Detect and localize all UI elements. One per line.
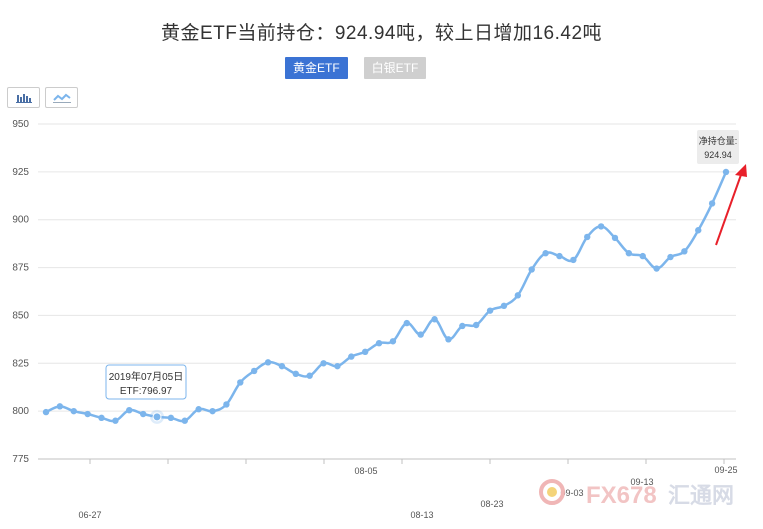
data-point[interactable] [417, 331, 424, 338]
data-point[interactable] [459, 322, 466, 330]
data-point[interactable] [556, 252, 563, 260]
y-tick-label: 775 [12, 454, 29, 465]
watermark-text-fx678: FX678 [586, 482, 657, 509]
last-value-caption: 净持仓量: [699, 135, 738, 146]
data-point[interactable] [42, 408, 50, 416]
data-point[interactable] [292, 370, 299, 378]
data-point[interactable] [403, 319, 411, 327]
data-point[interactable] [306, 372, 313, 379]
x-tick-label: 08-13 [410, 510, 433, 520]
grid-layer [38, 123, 736, 460]
data-point[interactable] [625, 250, 633, 257]
data-point[interactable] [695, 227, 702, 234]
axis-layer: 775 800 825 850 875 900 925 950 06-27 08-05 08-13 0… [12, 119, 737, 520]
data-point[interactable] [445, 336, 452, 343]
data-point[interactable] [473, 321, 480, 329]
x-tick-label: 09-25 [714, 465, 737, 475]
data-point[interactable] [348, 353, 355, 360]
data-point[interactable] [139, 410, 147, 418]
data-point[interactable] [667, 253, 674, 261]
data-point[interactable] [653, 265, 660, 272]
data-point[interactable] [584, 233, 591, 241]
data-point[interactable] [681, 248, 688, 255]
y-tick-label: 850 [12, 310, 29, 321]
data-point[interactable] [334, 362, 341, 370]
tooltip: 2019年07月05日 ETF:796.97 [105, 364, 187, 400]
tooltip-date: 2019年07月05日 [109, 370, 184, 383]
data-point[interactable] [514, 292, 522, 299]
data-point[interactable] [195, 406, 202, 413]
data-point[interactable] [639, 252, 646, 260]
data-point[interactable] [56, 403, 64, 410]
tooltip-value: ETF:796.97 [120, 386, 173, 397]
data-point[interactable] [375, 339, 383, 347]
x-tick-label: 08-05 [354, 466, 377, 476]
data-point[interactable] [70, 407, 77, 415]
data-point[interactable] [98, 414, 105, 422]
last-value-number: 924.94 [704, 150, 732, 160]
data-point[interactable] [389, 338, 397, 345]
data-point[interactable] [500, 302, 508, 310]
data-point[interactable] [708, 200, 716, 207]
y-tick-label: 800 [12, 406, 29, 417]
data-point[interactable] [209, 407, 216, 415]
data-point[interactable] [361, 348, 369, 355]
y-tick-label: 925 [12, 167, 29, 178]
data-point[interactable] [320, 360, 327, 367]
data-point[interactable] [486, 307, 494, 314]
x-tick-label: 08-23 [480, 499, 503, 509]
y-tick-label: 900 [12, 215, 29, 226]
data-point[interactable] [597, 223, 605, 230]
gold-etf-line-chart: 775 800 825 850 875 900 925 950 06-27 08-05 08-13 0… [12, 119, 747, 520]
data-point[interactable] [264, 359, 272, 366]
data-point[interactable] [528, 266, 535, 273]
data-point[interactable] [126, 406, 133, 414]
data-point[interactable] [112, 417, 119, 424]
data-point[interactable] [250, 367, 258, 375]
data-point[interactable] [431, 316, 438, 323]
data-point[interactable] [570, 256, 577, 264]
y-tick-label: 950 [12, 119, 29, 130]
data-point[interactable] [223, 401, 230, 408]
data-point[interactable] [542, 250, 549, 257]
data-point[interactable] [84, 410, 91, 418]
data-point[interactable] [722, 168, 730, 176]
data-point[interactable] [167, 414, 175, 422]
rising-arrow [715, 164, 747, 246]
data-point[interactable] [181, 417, 188, 424]
last-value-label: 净持仓量: 924.94 [697, 130, 739, 164]
data-point[interactable] [237, 379, 244, 386]
y-tick-label: 875 [12, 263, 29, 274]
data-point[interactable] [611, 234, 619, 242]
hovered-point[interactable] [152, 412, 162, 422]
y-tick-label: 825 [12, 358, 29, 369]
data-point[interactable] [278, 362, 286, 370]
watermark-text-huitong: 汇通网 [668, 483, 734, 508]
x-tick-label: 06-27 [78, 510, 101, 520]
